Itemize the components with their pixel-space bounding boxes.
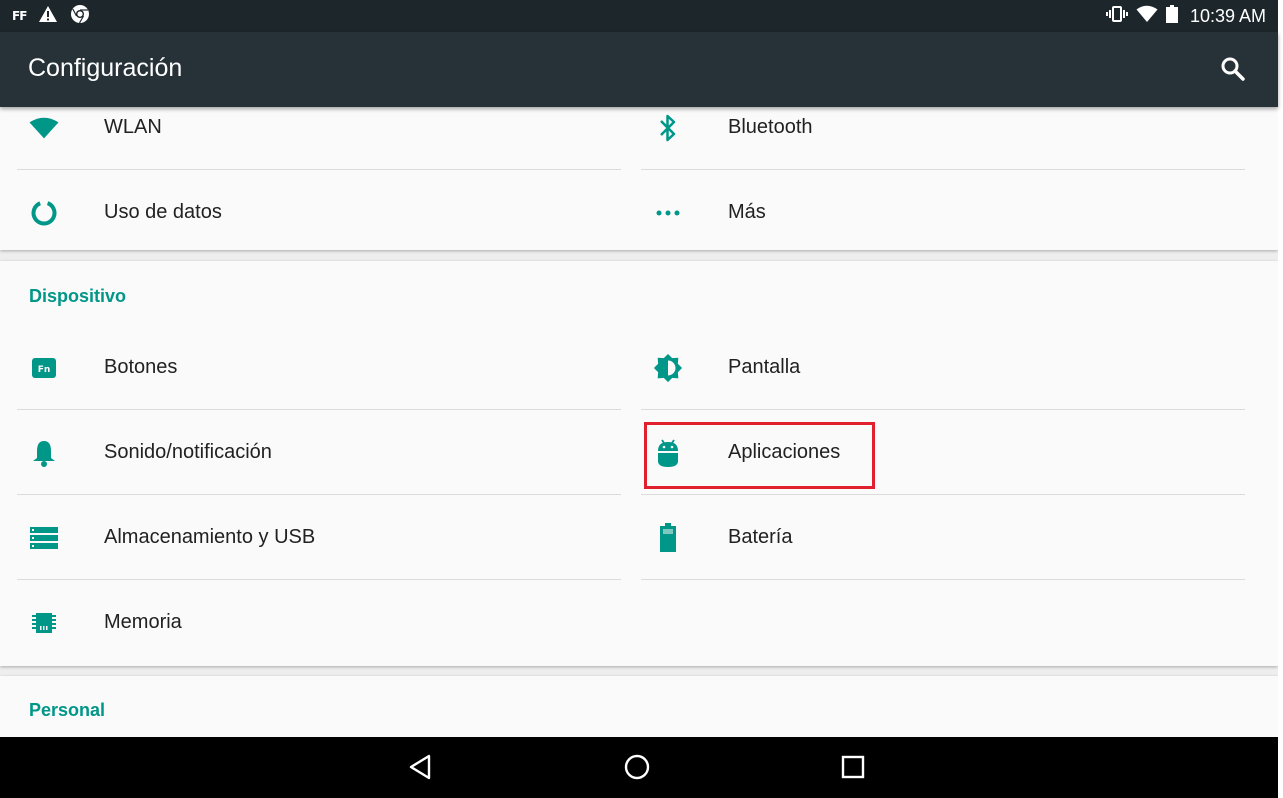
bluetooth-icon	[653, 113, 683, 143]
page-title: Configuración	[28, 54, 183, 82]
setting-buttons[interactable]: Fn Botones	[17, 325, 621, 410]
setting-label: Sonido/notificación	[104, 441, 272, 463]
wifi-icon	[29, 113, 59, 143]
setting-label: Almacenamiento y USB	[104, 526, 316, 548]
memory-chip-icon	[29, 608, 59, 638]
brightness-icon	[653, 353, 683, 383]
setting-label: WLAN	[104, 116, 162, 138]
setting-battery[interactable]: Batería	[641, 495, 1245, 580]
battery-icon	[1165, 5, 1178, 27]
setting-wlan[interactable]: WLAN	[17, 107, 621, 170]
wireless-card: WLAN Bluetooth Uso de datos Más	[0, 107, 1278, 250]
setting-memory[interactable]: Memoria	[17, 580, 621, 665]
battery-icon	[653, 523, 683, 553]
back-icon	[408, 754, 434, 784]
storage-icon	[29, 523, 59, 553]
home-icon	[623, 753, 651, 785]
setting-label: Más	[728, 201, 766, 223]
vibrate-icon	[1105, 5, 1128, 27]
setting-label: Bluetooth	[728, 116, 813, 138]
setting-sound[interactable]: Sonido/notificación	[17, 410, 621, 495]
warning-icon	[38, 5, 58, 27]
fn-key-text: Fn	[38, 365, 51, 375]
status-bar: FF 10:39 AM	[0, 0, 1278, 32]
setting-label: Batería	[728, 526, 793, 548]
screen-edge	[1278, 0, 1283, 798]
recents-icon	[841, 755, 865, 783]
recents-button[interactable]	[833, 749, 873, 789]
search-button[interactable]	[1218, 54, 1248, 84]
status-bar-right: 10:39 AM	[1105, 0, 1266, 32]
setting-label: Aplicaciones	[728, 441, 841, 463]
bell-icon	[29, 438, 59, 468]
wifi-icon	[1136, 5, 1158, 27]
chrome-icon	[70, 4, 90, 28]
home-button[interactable]	[617, 749, 657, 789]
setting-display[interactable]: Pantalla	[641, 325, 1245, 410]
navigation-bar	[0, 737, 1278, 798]
settings-list: WLAN Bluetooth Uso de datos Más Disposit…	[0, 107, 1278, 737]
setting-data-usage[interactable]: Uso de datos	[17, 170, 621, 255]
ff-app-icon: FF	[12, 9, 27, 23]
setting-label: Memoria	[104, 611, 182, 633]
personal-card: Personal	[0, 676, 1278, 737]
setting-bluetooth[interactable]: Bluetooth	[641, 107, 1245, 170]
status-bar-left: FF	[12, 0, 90, 32]
fn-key-icon: Fn	[29, 353, 59, 383]
setting-storage[interactable]: Almacenamiento y USB	[17, 495, 621, 580]
setting-apps[interactable]: Aplicaciones	[641, 410, 1245, 495]
setting-label: Pantalla	[728, 356, 801, 378]
app-bar: Configuración	[0, 32, 1278, 107]
section-title-personal: Personal	[29, 700, 106, 720]
more-icon	[653, 198, 683, 228]
search-icon	[1218, 57, 1248, 88]
setting-more[interactable]: Más	[641, 170, 1245, 255]
device-card: Dispositivo Fn Botones Pantalla Sonido/n…	[0, 261, 1278, 666]
back-button[interactable]	[401, 749, 441, 789]
status-clock: 10:39 AM	[1189, 5, 1266, 26]
setting-label: Botones	[104, 356, 178, 378]
section-title-device: Dispositivo	[29, 286, 127, 306]
setting-label: Uso de datos	[104, 201, 222, 223]
data-usage-icon	[29, 198, 59, 228]
android-icon	[653, 438, 683, 468]
